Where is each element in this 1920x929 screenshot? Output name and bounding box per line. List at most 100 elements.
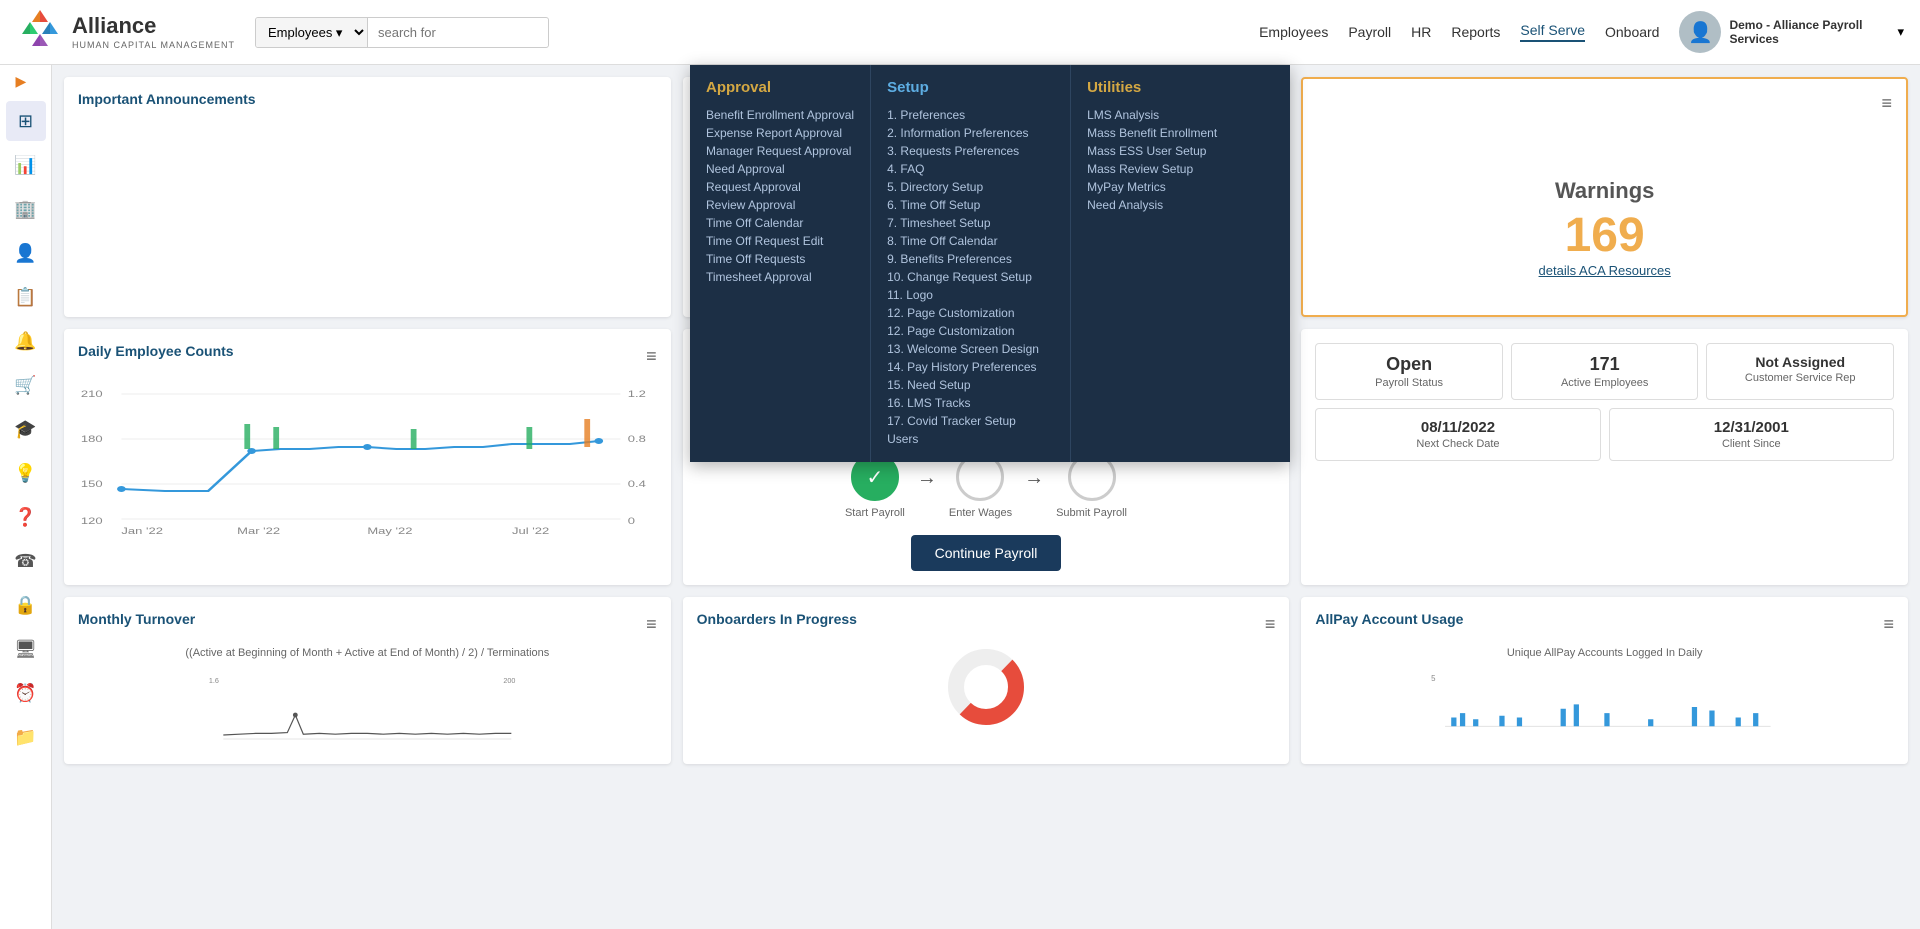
svg-text:180: 180 [81,435,103,445]
continue-payroll-section: Continue Payroll [697,535,1276,571]
user-dropdown-arrow[interactable]: ▾ [1897,24,1904,40]
daily-counts-svg: 210 180 150 120 1.2 0.8 0.4 0 [78,379,657,539]
menu-benefits-prefs[interactable]: 9. Benefits Preferences [887,250,1054,268]
menu-need-setup[interactable]: 15. Need Setup [887,376,1054,394]
menu-time-off-req-edit[interactable]: Time Off Request Edit [706,232,854,250]
menu-time-off-cal[interactable]: Time Off Calendar [706,214,854,232]
sidebar-collapse-arrow[interactable]: ▶ [16,73,36,93]
onboarders-menu[interactable]: ≡ [1265,614,1276,635]
aca-link[interactable]: details ACA Resources [1539,263,1671,278]
monthly-turnover-menu[interactable]: ≡ [646,614,657,635]
nav-onboard[interactable]: Onboard [1605,24,1659,40]
warnings-title: Warnings [1555,178,1654,204]
utilities-column: Utilities LMS Analysis Mass Benefit Enro… [1071,65,1241,462]
menu-mass-benefit[interactable]: Mass Benefit Enrollment [1087,124,1225,142]
menu-logo[interactable]: 11. Logo [887,286,1054,304]
workflow-label-start: Start Payroll [845,507,905,519]
daily-counts-menu[interactable]: ≡ [646,346,657,367]
menu-request-approval[interactable]: Request Approval [706,178,854,196]
menu-timeoff-cal[interactable]: 8. Time Off Calendar [887,232,1054,250]
active-employees-label: Active Employees [1522,377,1688,389]
sidebar-item-charts[interactable]: 📊 [6,145,46,185]
sidebar-item-security[interactable]: 🔒 [6,585,46,625]
allpay-menu[interactable]: ≡ [1883,614,1894,635]
menu-lms-analysis[interactable]: LMS Analysis [1087,106,1225,124]
sidebar-item-desktop[interactable]: 🖥 [6,629,46,669]
menu-mass-ess-user[interactable]: Mass ESS User Setup [1087,142,1225,160]
sidebar-item-forms[interactable]: 📋 [6,277,46,317]
menu-faq[interactable]: 4. FAQ [887,160,1054,178]
search-category-select[interactable]: Employees ▾ Payroll HR [256,18,368,47]
onboarders-title: Onboarders In Progress [697,611,857,627]
user-area[interactable]: 👤 Demo - Alliance Payroll Services ▾ [1679,11,1904,53]
sidebar-item-dashboard[interactable]: ⊞ [6,101,46,141]
menu-dir-setup[interactable]: 5. Directory Setup [887,178,1054,196]
logo-area: Alliance HUMAN CAPITAL MANAGEMENT [16,8,235,56]
sidebar-item-company[interactable]: 🏢 [6,189,46,229]
menu-expense-report[interactable]: Expense Report Approval [706,124,854,142]
svg-text:Jul '22: Jul '22 [512,527,549,537]
menu-manager-request[interactable]: Manager Request Approval [706,142,854,160]
nav-reports[interactable]: Reports [1451,24,1500,40]
payroll-workflow: ✓ Start Payroll → Enter Wages → Submit P… [697,453,1276,519]
nav-hr[interactable]: HR [1411,24,1431,40]
menu-mass-review[interactable]: Mass Review Setup [1087,160,1225,178]
logo-name: Alliance [72,13,235,39]
menu-pay-history[interactable]: 14. Pay History Preferences [887,358,1054,376]
warnings-menu[interactable]: ≡ [1881,93,1892,114]
svg-text:210: 210 [81,390,103,400]
open-status-label: Payroll Status [1326,377,1492,389]
client-since-value: 12/31/2001 [1620,419,1883,436]
menu-page-custom-1[interactable]: 12. Page Customization [887,304,1054,322]
menu-need-approval[interactable]: Need Approval [706,160,854,178]
payroll-info-card: Open Payroll Status 171 Active Employees… [1301,329,1908,585]
menu-req-prefs[interactable]: 3. Requests Preferences [887,142,1054,160]
nav-employees[interactable]: Employees [1259,24,1328,40]
menu-timesheet-approval[interactable]: Timesheet Approval [706,268,854,286]
nav-selfserve[interactable]: Self Serve [1520,22,1585,42]
svg-text:150: 150 [81,480,103,490]
nav-payroll[interactable]: Payroll [1348,24,1391,40]
menu-info-prefs[interactable]: 2. Information Preferences [887,124,1054,142]
sidebar-item-files[interactable]: 📁 [6,717,46,757]
search-area[interactable]: Employees ▾ Payroll HR [255,17,549,48]
client-since-label: Client Since [1620,438,1883,450]
onboarders-chart-svg [946,647,1026,727]
menu-preferences[interactable]: 1. Preferences [887,106,1054,124]
menu-page-custom-2[interactable]: 12. Page Customization [887,322,1054,340]
menu-covid-tracker[interactable]: 17. Covid Tracker Setup [887,412,1054,430]
main-nav: Employees Payroll HR Reports Self Serve … [1259,22,1659,42]
svg-text:0.4: 0.4 [628,480,646,490]
open-status-value: Open [1326,354,1492,375]
menu-timesheet-setup[interactable]: 7. Timesheet Setup [887,214,1054,232]
sidebar-item-contact[interactable]: ☎ [6,541,46,581]
menu-need-analysis[interactable]: Need Analysis [1087,196,1225,214]
onboarders-chart-placeholder [697,647,1276,727]
sidebar-item-people[interactable]: 👤 [6,233,46,273]
menu-timeoff-setup[interactable]: 6. Time Off Setup [887,196,1054,214]
menu-benefit-enrollment[interactable]: Benefit Enrollment Approval [706,106,854,124]
menu-time-off-requests[interactable]: Time Off Requests [706,250,854,268]
sidebar-item-training[interactable]: 🎓 [6,409,46,449]
sidebar-item-ideas[interactable]: 💡 [6,453,46,493]
logo-subtitle: HUMAN CAPITAL MANAGEMENT [72,40,235,51]
payroll-info-scroll[interactable]: Open Payroll Status 171 Active Employees… [1315,343,1894,461]
sidebar-item-notifications[interactable]: 🔔 [6,321,46,361]
sidebar-item-help[interactable]: ❓ [6,497,46,537]
self-serve-dropdown[interactable]: Approval Benefit Enrollment Approval Exp… [690,65,1290,462]
menu-welcome-screen[interactable]: 13. Welcome Screen Design [887,340,1054,358]
menu-review-approval[interactable]: Review Approval [706,196,854,214]
warnings-header: ≡ [1317,93,1892,114]
menu-change-req-setup[interactable]: 10. Change Request Setup [887,268,1054,286]
continue-payroll-button[interactable]: Continue Payroll [911,535,1062,571]
monthly-turnover-header: Monthly Turnover ≡ [78,611,657,637]
menu-lms-tracks[interactable]: 16. LMS Tracks [887,394,1054,412]
sidebar-item-store[interactable]: 🛒 [6,365,46,405]
menu-users[interactable]: Users [887,430,1054,448]
svg-text:1.2: 1.2 [628,390,646,400]
menu-mypay-metrics[interactable]: MyPay Metrics [1087,178,1225,196]
search-input[interactable] [368,19,548,46]
sidebar-item-time[interactable]: ⏰ [6,673,46,713]
svg-text:120: 120 [81,517,103,527]
sidebar: ▶ ⊞ 📊 🏢 👤 📋 🔔 🛒 🎓 💡 ❓ ☎ 🔒 🖥 ⏰ 📁 [0,65,52,929]
